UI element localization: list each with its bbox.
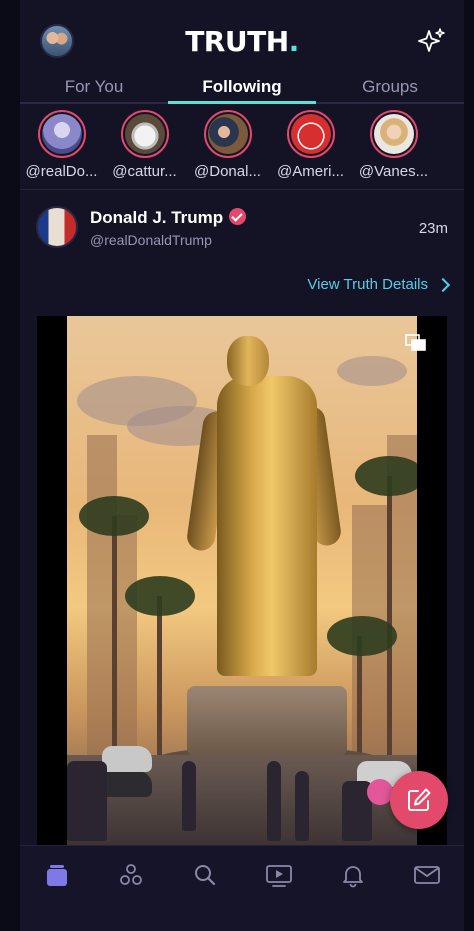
gallery-icon[interactable] (405, 334, 427, 352)
story-ring (369, 110, 418, 158)
tab-groups[interactable]: Groups (316, 72, 464, 102)
stories-row: @realDo... @cattur... @Donal... @Ameri..… (20, 110, 464, 190)
story-item[interactable]: @realDo... (20, 110, 103, 189)
compose-icon (408, 788, 431, 811)
story-label: @Vanes... (358, 163, 429, 180)
palm-tree (355, 456, 417, 496)
nav-search[interactable] (185, 862, 225, 892)
story-ring (120, 110, 169, 158)
feed-tabs: For You Following Groups (20, 72, 464, 104)
post-header: Donald J. Trump @realDonaldTrump 23m (20, 200, 464, 260)
person-shape (182, 761, 196, 831)
person-shape (267, 761, 281, 841)
app-screen: TRUTH. For You Following Groups @realDo.… (0, 0, 474, 931)
post-author-name-row[interactable]: Donald J. Trump (90, 208, 247, 228)
nav-groups[interactable] (111, 862, 151, 892)
palm-tree (79, 496, 149, 536)
story-avatar (207, 114, 248, 154)
nav-home[interactable] (37, 862, 77, 892)
story-item[interactable]: @Ameri... (269, 110, 352, 189)
story-avatar (290, 114, 331, 154)
building-shape (117, 515, 137, 765)
bottom-navigation (20, 845, 464, 931)
story-label: @realDo... (25, 163, 98, 180)
story-item[interactable]: @Vanes... (352, 110, 435, 189)
bell-icon (343, 866, 363, 888)
post-author-name: Donald J. Trump (90, 208, 224, 227)
logo-text: TRUTH (185, 25, 289, 58)
person-shape (67, 761, 107, 841)
groups-icon (120, 864, 142, 885)
post-author-avatar[interactable] (36, 206, 78, 248)
story-label: @Ameri... (277, 163, 344, 180)
nav-notifications[interactable] (333, 862, 373, 892)
view-truth-details-link[interactable]: View Truth Details (307, 276, 451, 293)
post-media[interactable] (37, 316, 447, 845)
video-icon (266, 865, 292, 887)
verified-badge-icon (229, 208, 247, 225)
home-icon (47, 865, 67, 886)
post-author-handle[interactable]: @realDonaldTrump (90, 232, 212, 248)
story-ring (37, 110, 86, 158)
palm-tree (327, 616, 397, 656)
left-edge (0, 0, 20, 931)
right-edge (464, 0, 474, 931)
palm-tree (112, 516, 117, 746)
story-label: @Donal... (194, 163, 261, 180)
truth-logo: TRUTH. (20, 25, 464, 58)
story-avatar (41, 114, 82, 154)
view-truth-details-label: View Truth Details (307, 276, 428, 293)
person-shape (295, 771, 309, 841)
story-avatar (373, 114, 414, 154)
chevron-right-icon (435, 277, 451, 292)
story-avatar (124, 114, 165, 154)
palm-tree (125, 576, 195, 616)
tab-following[interactable]: Following (168, 72, 316, 104)
post-timestamp: 23m (418, 220, 448, 237)
story-item[interactable]: @cattur... (103, 110, 186, 189)
story-ring (286, 110, 335, 158)
nav-video[interactable] (259, 862, 299, 892)
sparkle-icon[interactable] (418, 27, 446, 55)
story-item[interactable]: @Donal... (186, 110, 269, 189)
story-ring (203, 110, 252, 158)
statue-body (217, 376, 317, 676)
tab-for-you[interactable]: For You (20, 72, 168, 102)
car-shape (102, 746, 152, 772)
palm-tree (387, 476, 392, 756)
story-label: @cattur... (112, 163, 177, 180)
logo-dot: . (288, 25, 300, 58)
mail-icon (414, 866, 440, 884)
statue-head (227, 336, 269, 386)
palm-tree (157, 596, 162, 756)
post-image (67, 316, 417, 845)
compose-button[interactable] (390, 771, 448, 829)
top-header: TRUTH. (20, 0, 464, 75)
search-icon (195, 865, 216, 886)
nav-messages[interactable] (407, 862, 447, 892)
cloud-shape (337, 356, 407, 386)
pedestal (187, 686, 347, 756)
